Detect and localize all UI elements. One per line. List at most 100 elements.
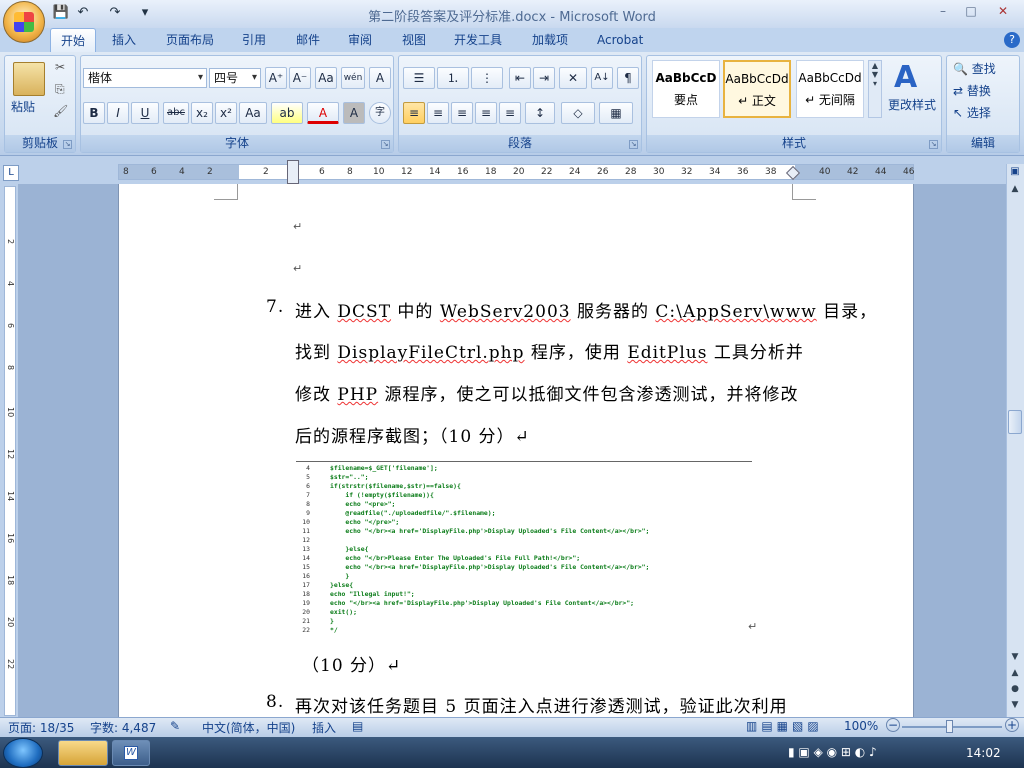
paragraph-launcher-icon[interactable]: ↘: [629, 140, 638, 149]
tab-review[interactable]: 审阅: [338, 28, 382, 52]
document-page[interactable]: [118, 184, 914, 717]
styles-launcher-icon[interactable]: ↘: [929, 140, 938, 149]
char-shading-button[interactable]: A: [343, 102, 365, 124]
shading-button[interactable]: ◇: [561, 102, 595, 124]
vertical-ruler[interactable]: 2 4 6 8 10 12 14 16 18 20 22: [4, 186, 16, 716]
subscript-button[interactable]: x₂: [191, 102, 213, 124]
shrink-font-button[interactable]: A⁻: [289, 67, 311, 89]
select-button[interactable]: ↖ 选择: [953, 104, 991, 121]
strikethrough-button[interactable]: abc: [163, 102, 189, 124]
tab-references[interactable]: 引用: [232, 28, 276, 52]
language-status[interactable]: 中文(简体，中国): [202, 719, 295, 736]
score-text: （10 分）↵: [302, 656, 402, 676]
tab-insert[interactable]: 插入: [102, 28, 146, 52]
replace-button[interactable]: ⇄ 替换: [953, 82, 991, 99]
align-right-button[interactable]: ≡: [451, 102, 473, 124]
bullets-button[interactable]: ☰: [403, 67, 435, 89]
indent-marker[interactable]: [287, 160, 299, 184]
text-run: 修改: [295, 385, 338, 405]
style-no-spacing[interactable]: AaBbCcDd ↵ 无间隔: [796, 60, 864, 118]
change-styles-button[interactable]: 更改样式: [888, 96, 936, 113]
tab-page-layout[interactable]: 页面布局: [156, 28, 224, 52]
font-name-select[interactable]: 楷体: [83, 68, 207, 88]
distribute-button[interactable]: ≡: [499, 102, 521, 124]
code-line-number: 11: [302, 527, 310, 535]
line-spacing-button[interactable]: ↕: [525, 102, 555, 124]
increase-indent-button[interactable]: ⇥: [533, 67, 555, 89]
close-button[interactable]: ✕: [990, 2, 1016, 20]
style-key-points[interactable]: AaBbCcD 要点: [652, 60, 720, 118]
browse-object-icon[interactable]: ●: [1008, 684, 1022, 698]
tab-developer[interactable]: 开发工具: [444, 28, 512, 52]
start-button[interactable]: [3, 738, 43, 768]
paste-icon[interactable]: [13, 62, 45, 96]
italic-button[interactable]: I: [107, 102, 129, 124]
font-size-select[interactable]: 四号: [209, 68, 261, 88]
word-count[interactable]: 字数: 4,487: [90, 719, 156, 736]
scroll-down-icon[interactable]: ▼: [1008, 652, 1022, 666]
prev-page-icon[interactable]: ▲: [1008, 668, 1022, 682]
clipboard-launcher-icon[interactable]: ↘: [63, 140, 72, 149]
scroll-up-icon[interactable]: ▲: [1008, 184, 1022, 198]
macro-record-icon[interactable]: ▤: [352, 719, 363, 733]
code-screenshot[interactable]: 4 $filename=$_GET['filename']; 5 $str="..";…: [296, 461, 752, 634]
char-border-button[interactable]: A: [369, 67, 391, 89]
ruler-toggle-icon[interactable]: ▣: [1008, 166, 1022, 180]
view-buttons[interactable]: ▥▤▦▧▨: [746, 719, 823, 733]
office-button[interactable]: [3, 1, 45, 43]
code-line-number: 13: [302, 545, 310, 553]
zoom-out-button[interactable]: −: [886, 718, 900, 732]
tab-mailings[interactable]: 邮件: [286, 28, 330, 52]
enclose-char-button[interactable]: 字: [369, 102, 391, 124]
zoom-level[interactable]: 100%: [844, 719, 878, 733]
next-page-icon[interactable]: ▼: [1008, 700, 1022, 714]
help-icon[interactable]: ?: [1004, 32, 1020, 48]
underline-button[interactable]: U: [131, 102, 159, 124]
maximize-button[interactable]: □: [958, 2, 984, 20]
insert-mode-status[interactable]: 插入: [312, 719, 336, 736]
style-normal[interactable]: AaBbCcDd ↵ 正文: [723, 60, 791, 118]
highlight-button[interactable]: ab: [271, 102, 303, 124]
tab-home[interactable]: 开始: [50, 28, 97, 52]
change-styles-icon[interactable]: A: [894, 60, 917, 95]
styles-scroll[interactable]: ▲ ▼ ▾: [868, 60, 882, 118]
vertical-scrollbar[interactable]: [1006, 164, 1024, 717]
cut-icon[interactable]: ✂: [55, 60, 65, 74]
multilevel-list-button[interactable]: ⋮: [471, 67, 503, 89]
find-button[interactable]: 🔍 查找: [953, 60, 996, 77]
tray-icons[interactable]: ▮ ▣ ◈ ◉ ⊞ ◐ ♪: [788, 745, 877, 759]
scroll-thumb[interactable]: [1008, 410, 1022, 434]
zoom-slider-thumb[interactable]: [946, 720, 953, 733]
justify-button[interactable]: ≡: [475, 102, 497, 124]
format-painter-icon[interactable]: 🖌: [53, 104, 68, 118]
superscript-button[interactable]: x²: [215, 102, 237, 124]
taskbar-explorer[interactable]: [58, 740, 108, 766]
taskbar-word[interactable]: W: [112, 740, 150, 766]
page-count[interactable]: 页面: 18/35: [8, 719, 74, 736]
grow-font-button[interactable]: A⁺: [265, 67, 287, 89]
borders-button[interactable]: ▦: [599, 102, 633, 124]
tab-view[interactable]: 视图: [392, 28, 436, 52]
align-left-button[interactable]: ≡: [403, 102, 425, 124]
phonetic-guide-button[interactable]: wén: [341, 67, 365, 89]
paste-button[interactable]: 粘贴: [11, 98, 35, 115]
decrease-indent-button[interactable]: ⇤: [509, 67, 531, 89]
sort-button[interactable]: A↓: [591, 67, 613, 89]
clock[interactable]: 14:02: [966, 746, 1001, 760]
change-case-button[interactable]: Aa: [239, 102, 267, 124]
center-button[interactable]: ≡: [427, 102, 449, 124]
minimize-button[interactable]: –: [930, 2, 956, 20]
numbering-button[interactable]: ⒈: [437, 67, 469, 89]
show-marks-button[interactable]: ¶: [617, 67, 639, 89]
font-launcher-icon[interactable]: ↘: [381, 140, 390, 149]
tab-acrobat[interactable]: Acrobat: [587, 28, 653, 52]
bold-button[interactable]: B: [83, 102, 105, 124]
zoom-in-button[interactable]: +: [1005, 718, 1019, 732]
clear-format-button[interactable]: Aa: [315, 67, 337, 89]
font-color-button[interactable]: A: [307, 102, 339, 124]
copy-icon[interactable]: ⎘: [55, 82, 65, 97]
tab-addins[interactable]: 加载项: [522, 28, 578, 52]
asian-layout-button[interactable]: ✕: [559, 67, 587, 89]
proofing-icon[interactable]: ✎: [170, 719, 180, 733]
tab-selector[interactable]: L: [3, 165, 19, 181]
